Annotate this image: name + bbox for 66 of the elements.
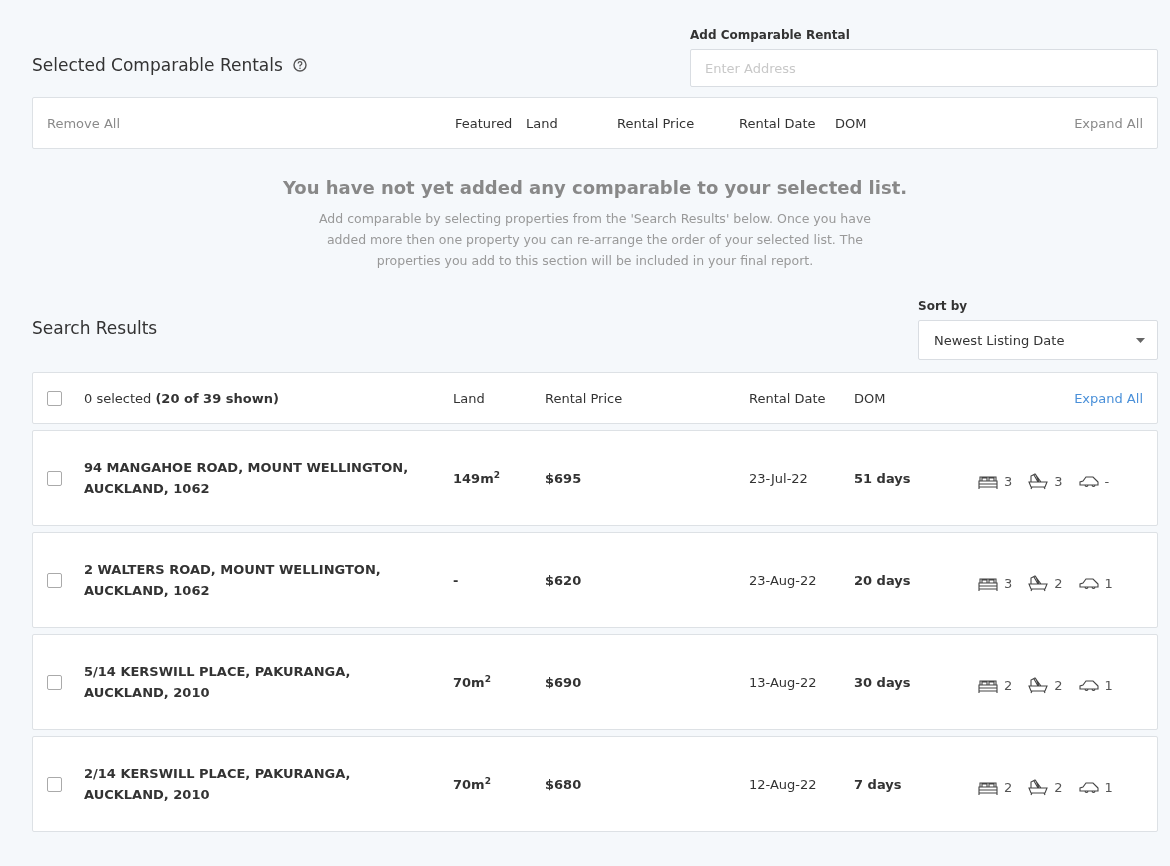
- days-on-market: 7 days: [854, 776, 903, 792]
- selection-summary: 0 selected (20 of 39 shown): [84, 390, 280, 406]
- rental-date: 13-Aug-22: [749, 674, 818, 690]
- column-header: Rental Price: [545, 390, 624, 406]
- rental-price: $690: [545, 674, 583, 690]
- checkbox[interactable]: [47, 470, 62, 486]
- bath-icon: [1028, 778, 1049, 796]
- checkbox[interactable]: [47, 776, 62, 792]
- days-on-market: 20 days: [854, 572, 912, 588]
- column-header: Rental Date: [749, 390, 827, 406]
- property-address: 5/14 KERSWILL PLACE, PAKURANGA, AUCKLAND, 2010: [84, 663, 352, 702]
- bathroom-count: 2: [1054, 677, 1063, 693]
- bathroom-count: 2: [1054, 575, 1063, 591]
- land-area: -: [453, 572, 545, 588]
- bedroom-count: 3: [1004, 473, 1013, 489]
- property-address: 2/14 KERSWILL PLACE, PAKURANGA, AUCKLAND, 2010: [84, 765, 352, 804]
- bath-icon: [1028, 574, 1049, 592]
- result-card[interactable]: 2/14 KERSWILL PLACE, PAKURANGA, AUCKLAND, 2010 70m$^{2}$ $680 12-Aug-22 7 days 2 2 1: [32, 736, 1158, 832]
- column-header: Land: [526, 115, 559, 131]
- checkbox[interactable]: [47, 390, 62, 406]
- rental-price: $620: [545, 572, 583, 588]
- property-address: 2 WALTERS ROAD, MOUNT WELLINGTON, AUCKLAND, 1062: [84, 561, 382, 600]
- bedroom-count: 2: [1004, 779, 1013, 795]
- section-title: Search Results: [32, 318, 158, 338]
- bedroom-count: 3: [1004, 575, 1013, 591]
- remove-all-link[interactable]: Remove All: [47, 115, 455, 131]
- empty-title: You have not yet added any comparable to your selected list.: [282, 177, 908, 198]
- field-label: Add Comparable Rental: [690, 28, 851, 42]
- caret-icon: [1136, 337, 1145, 343]
- land-area: 149m$^{2}$: [453, 469, 545, 487]
- rental-date: 12-Aug-22: [749, 776, 818, 792]
- rental-date: 23-Jul-22: [749, 470, 809, 486]
- rental-date: 23-Aug-22: [749, 572, 818, 588]
- bathroom-count: 2: [1054, 779, 1063, 795]
- column-header: Rental Date: [739, 115, 817, 131]
- bath-icon: [1028, 676, 1049, 694]
- parking-count: -: [1104, 473, 1110, 489]
- result-card[interactable]: 5/14 KERSWILL PLACE, PAKURANGA, AUCKLAND, 2010 70m$^{2}$ $690 13-Aug-22 30 days 2 2 1: [32, 634, 1158, 730]
- column-header: Featured: [455, 115, 514, 131]
- column-header: Land: [453, 390, 486, 406]
- column-header: DOM: [835, 115, 867, 131]
- rental-price: $680: [545, 776, 583, 792]
- empty-message: Add comparable by selecting properties from the 'Search Results' below. Once you have added more then one property you can re-arrange the order of your selected list. The properties you add to this section will be included in your final report.: [318, 210, 872, 270]
- result-card[interactable]: 2 WALTERS ROAD, MOUNT WELLINGTON, AUCKLAND, 1062 - $620 23-Aug-22 20 days 3 2 1: [32, 532, 1158, 628]
- expand-all-link[interactable]: Expand All: [1074, 115, 1143, 131]
- bedroom-count: 2: [1004, 677, 1013, 693]
- parking-count: 1: [1104, 779, 1113, 795]
- checkbox[interactable]: [47, 572, 62, 588]
- land-area: 70m$^{2}$: [453, 775, 545, 793]
- parking-count: 1: [1104, 677, 1113, 693]
- property-address: 94 MANGAHOE ROAD, MOUNT WELLINGTON, AUCKLAND, 1062: [84, 459, 410, 498]
- section-title: Selected Comparable Rentals: [32, 55, 283, 75]
- sort-dropdown[interactable]: Newest Listing Date: [918, 320, 1158, 360]
- field-label: Sort by: [918, 299, 969, 313]
- help-icon[interactable]: [292, 58, 307, 72]
- days-on-market: 51 days: [854, 470, 912, 486]
- rental-price: $695: [545, 470, 583, 486]
- parking-count: 1: [1104, 575, 1113, 591]
- bathroom-count: 3: [1054, 473, 1063, 489]
- land-area: 70m$^{2}$: [453, 673, 545, 691]
- bath-icon: [1028, 472, 1049, 490]
- days-on-market: 30 days: [854, 674, 912, 690]
- column-header: DOM: [854, 390, 886, 406]
- checkbox[interactable]: [47, 674, 62, 690]
- column-header: Rental Price: [617, 115, 696, 131]
- result-card[interactable]: 94 MANGAHOE ROAD, MOUNT WELLINGTON, AUCKLAND, 1062 149m$^{2}$ $695 23-Jul-22 51 days 3 3 -: [32, 430, 1158, 526]
